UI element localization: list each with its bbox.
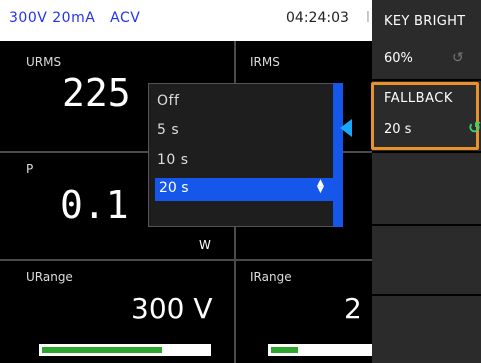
p-unit: W xyxy=(199,238,211,252)
rotary-knob-active-icon: ↺ xyxy=(468,118,481,137)
spinner-down-icon: ▼ xyxy=(317,185,324,195)
irms-label: IRMS xyxy=(250,55,280,69)
urms-label: URMS xyxy=(26,55,62,69)
dropdown-selected-label: 20 s xyxy=(159,180,189,196)
panel-separator xyxy=(372,79,481,81)
rotary-knob-icon: ↺ xyxy=(452,50,464,66)
fallback-dropdown[interactable]: Off 5 s 10 s xyxy=(148,83,343,227)
key-bright-value: 60% xyxy=(384,51,413,66)
irange-level-bar xyxy=(268,344,372,356)
status-separator: l xyxy=(366,10,370,26)
urange-value: 300 V xyxy=(131,292,213,325)
dropdown-scrollbar[interactable] xyxy=(333,83,343,227)
status-time: 04:24:03 xyxy=(286,10,349,26)
urange-level-fill xyxy=(42,347,162,353)
dropdown-option[interactable]: Off xyxy=(157,93,179,109)
irange-value: 2 xyxy=(344,292,362,325)
irange-label: IRange xyxy=(250,270,292,284)
urms-value: 225 xyxy=(62,71,131,115)
irange-level-fill xyxy=(271,347,298,353)
softkey-empty[interactable] xyxy=(372,153,481,224)
pointer-arrow-icon xyxy=(340,119,352,137)
spinner-arrows-icon: ▲ ▼ xyxy=(317,179,324,195)
urange-label: URange xyxy=(26,270,73,284)
softkey-empty[interactable] xyxy=(372,226,481,294)
p-label: P xyxy=(26,162,34,176)
p-value: 0.1 xyxy=(60,183,129,227)
urange-level-bar xyxy=(39,344,211,356)
key-bright-softkey[interactable] xyxy=(372,0,481,79)
fallback-value: 20 s xyxy=(384,122,412,137)
dropdown-option[interactable]: 5 s xyxy=(157,122,179,138)
dropdown-option[interactable]: 10 s xyxy=(157,152,189,168)
key-bright-title: KEY BRIGHT xyxy=(384,14,466,29)
softkey-empty[interactable] xyxy=(372,296,481,363)
fallback-title: FALLBACK xyxy=(384,91,453,106)
grid-divider-row2 xyxy=(0,259,372,261)
status-range-text: 300V 20mA ACV xyxy=(9,10,141,26)
